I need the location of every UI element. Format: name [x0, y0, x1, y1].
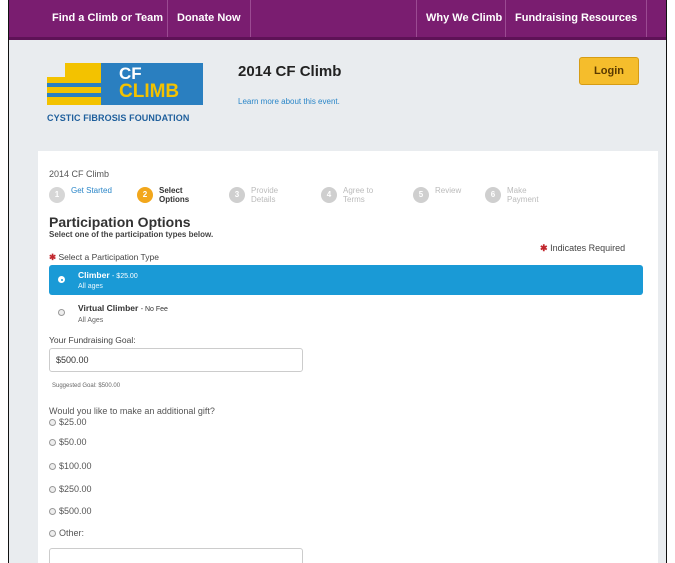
step-number: 4 [321, 187, 337, 203]
gift-radio[interactable] [49, 530, 56, 537]
option-title-text: Virtual Climber [78, 303, 139, 313]
event-title: 2014 CF Climb [238, 63, 342, 80]
gift-option-label: Other: [59, 528, 85, 538]
breadcrumb: 2014 CF Climb [49, 169, 110, 179]
gift-option[interactable]: $250.00 [49, 484, 92, 494]
gift-radio[interactable] [49, 508, 56, 515]
climber-radio[interactable] [58, 276, 65, 283]
logo-org-name: CYSTIC FIBROSIS FOUNDATION [47, 113, 190, 123]
gift-option-label: $100.00 [59, 461, 92, 471]
required-note: ✱ Indicates Required [540, 243, 625, 254]
step-label: Agree to Terms [343, 186, 374, 204]
step-label: Review [435, 186, 462, 195]
other-gift-input[interactable] [49, 548, 303, 563]
fundraising-goal-input[interactable] [49, 348, 303, 372]
step-label: Provide Details [251, 186, 279, 204]
section-subheading: Select one of the participation types be… [49, 230, 214, 239]
gift-option-label: $500.00 [59, 506, 92, 516]
option-subtitle: All ages [78, 283, 103, 290]
gift-option[interactable]: $25.00 [49, 417, 87, 427]
gift-radio[interactable] [49, 419, 56, 426]
required-note-text: Indicates Required [550, 243, 626, 253]
fundraising-goal-label: Your Fundraising Goal: [49, 335, 136, 345]
step-number: 5 [413, 187, 429, 203]
step-number: 1 [49, 187, 65, 203]
required-star-icon: ✱ [540, 243, 548, 253]
nav-fundraising-resources-link[interactable]: Fundraising Resources [505, 0, 648, 37]
cf-climb-logo[interactable]: CF CLIMB CYSTIC FIBROSIS FOUNDATION [47, 63, 207, 143]
step-number: 3 [229, 187, 245, 203]
nav-donate-link[interactable]: Donate Now [167, 0, 251, 37]
step-number: 6 [485, 187, 501, 203]
participation-option-climber[interactable]: Climber - $25.00 All ages [49, 265, 643, 295]
login-button[interactable]: Login [579, 57, 639, 85]
gift-radio[interactable] [49, 463, 56, 470]
gift-option-label: $50.00 [59, 437, 87, 447]
gift-option[interactable]: Other: [49, 528, 84, 538]
option-fee: - $25.00 [112, 273, 138, 280]
gift-option-label: $250.00 [59, 484, 92, 494]
page-frame: Find a Climb or Team Donate Now Why We C… [8, 0, 667, 563]
logo-climb-text: CLIMB [119, 81, 180, 102]
required-star-icon: ✱ [49, 252, 57, 262]
gift-radio[interactable] [49, 439, 56, 446]
participation-type-label: ✱ Select a Participation Type [49, 252, 159, 263]
logo-cf-text: CF [119, 64, 142, 83]
option-title-text: Climber [78, 270, 110, 280]
registration-card: 2014 CF Climb 1 Get Started 2 Select Opt… [38, 151, 658, 563]
step-label: Get Started [71, 186, 112, 195]
gift-radio[interactable] [49, 486, 56, 493]
option-fee: - No Fee [140, 306, 168, 313]
nav-find-climb-link[interactable]: Find a Climb or Team [43, 0, 172, 37]
event-header: CF CLIMB CYSTIC FIBROSIS FOUNDATION 2014… [9, 43, 666, 145]
step-label: Make Payment [507, 186, 539, 204]
option-title: Virtual Climber - No Fee [78, 303, 168, 313]
step-number: 2 [137, 187, 153, 203]
option-title: Climber - $25.00 [78, 270, 138, 280]
gift-option[interactable]: $100.00 [49, 461, 92, 471]
suggested-goal-hint: Suggested Goal: $500.00 [52, 383, 121, 389]
nav-why-we-climb-link[interactable]: Why We Climb [416, 0, 511, 37]
event-info-link[interactable]: Learn more about this event. [238, 97, 340, 106]
participation-option-virtual-climber[interactable]: Virtual Climber - No Fee All Ages [49, 298, 643, 328]
top-navigation: Find a Climb or Team Donate Now Why We C… [9, 0, 666, 40]
gift-option[interactable]: $500.00 [49, 506, 92, 516]
gift-option-label: $25.00 [59, 417, 87, 427]
virtual-climber-radio[interactable] [58, 309, 65, 316]
participation-type-label-text: Select a Participation Type [58, 252, 160, 262]
option-subtitle: All Ages [78, 317, 104, 324]
section-heading: Participation Options [49, 214, 191, 230]
gift-option[interactable]: $50.00 [49, 437, 87, 447]
step-label: Select Options [159, 186, 190, 204]
registration-steps: 1 Get Started 2 Select Options 3 Provide… [49, 183, 609, 207]
additional-gift-question: Would you like to make an additional gif… [49, 406, 215, 416]
